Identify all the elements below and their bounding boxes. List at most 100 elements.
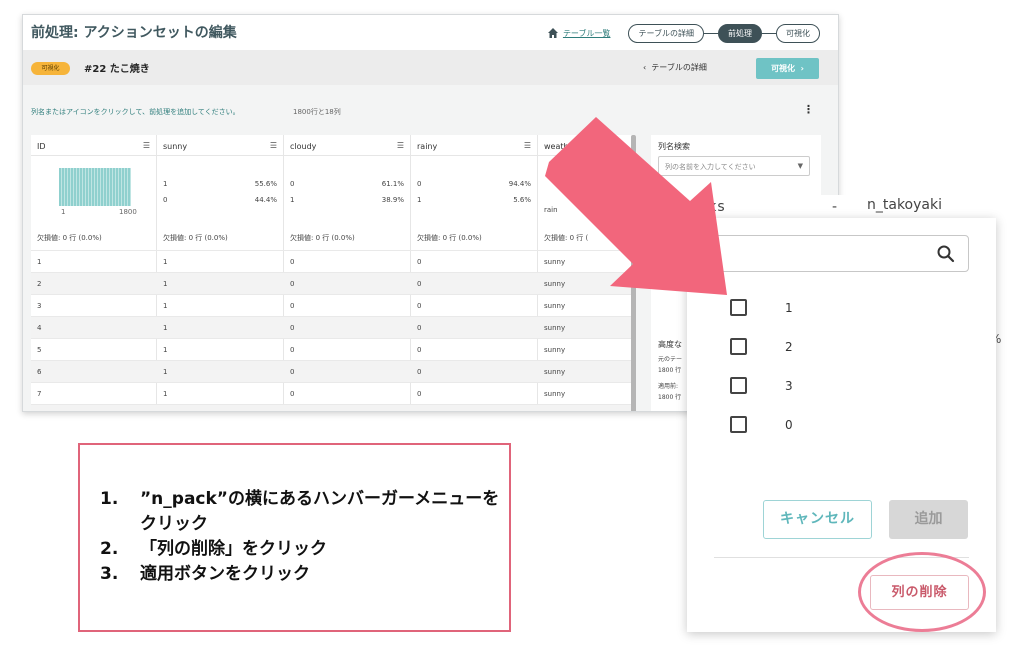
option-label: 1: [785, 301, 793, 315]
table-cell: 3: [37, 302, 42, 310]
column-dash: -: [832, 199, 838, 215]
option-item[interactable]: 0: [730, 416, 930, 436]
missing-values: 欠損値: 0 行 (0.0%): [417, 234, 482, 242]
table-cell: 0: [417, 324, 422, 332]
side-info-line: 1800 行: [658, 367, 682, 374]
table-scrollbar[interactable]: [631, 135, 636, 411]
histogram: [59, 168, 131, 206]
option-checkbox[interactable]: [730, 299, 747, 316]
more-options-icon[interactable]: ⋮: [803, 103, 814, 116]
add-button[interactable]: 追加: [889, 500, 968, 539]
advanced-label: 高度な: [658, 340, 682, 349]
table-cell: 0: [290, 302, 295, 310]
cancel-button[interactable]: キャンセル: [763, 500, 872, 539]
stat-value: 1: [417, 196, 422, 204]
column-header[interactable]: ID: [37, 142, 46, 151]
column-header[interactable]: weather: [544, 142, 577, 151]
instruction-text: ”n_pack”の横にあるハンバーガーメニューをクリック: [140, 489, 500, 534]
search-icon[interactable]: [936, 244, 956, 264]
back-to-table-detail-link[interactable]: ‹ テーブルの詳細: [643, 62, 707, 73]
option-label: 3: [785, 379, 793, 393]
table-cell: sunny: [544, 346, 566, 354]
table-cell: 0: [417, 346, 422, 354]
divider: [157, 155, 283, 156]
table-row: 7 1 0 0 sunny: [31, 382, 636, 404]
histogram-min: 1: [61, 208, 66, 216]
option-item[interactable]: 2: [730, 338, 930, 358]
column-header[interactable]: sunny: [163, 142, 187, 151]
select-placeholder: 列の名前を入力してください: [665, 163, 756, 171]
instruction-item: 2. 「列の削除」をクリック: [100, 537, 500, 562]
sort-icon[interactable]: ☰: [397, 141, 404, 150]
stat-percent: 94.4%: [508, 180, 531, 188]
divider: [538, 155, 636, 156]
visualize-button[interactable]: 可視化 ›: [756, 58, 819, 79]
missing-values: 欠損値: 0 行 (0.0%): [163, 234, 228, 242]
table-cell: 1: [163, 302, 168, 310]
popup-search-input[interactable]: [714, 235, 969, 272]
option-checkbox[interactable]: [730, 416, 747, 433]
stat-percent: 61.1%: [381, 180, 404, 188]
stat-percent: 38.9%: [381, 196, 404, 204]
option-label: 2: [785, 340, 793, 354]
popup-background-header: acks - n_takoyaki: [687, 195, 996, 219]
table-cell: 0: [417, 368, 422, 376]
step-table-detail[interactable]: テーブルの詳細: [628, 23, 704, 43]
table-cell: sunny: [544, 280, 566, 288]
row-count: 1800行と18列: [293, 108, 341, 116]
sort-icon[interactable]: ☰: [524, 141, 531, 150]
table-cell: sunny: [544, 302, 566, 310]
stat-value: 1: [290, 196, 295, 204]
table-cell: sunny: [544, 258, 566, 266]
table-row: 5 1 0 0 sunny: [31, 338, 636, 360]
table-row: 2 1 0 0 sunny: [31, 272, 636, 294]
stat-percent: 5.6%: [513, 196, 531, 204]
step-nav: テーブル一覧 テーブルの詳細 前処理 可視化: [547, 23, 820, 43]
table-cell: 0: [417, 280, 422, 288]
instruction-hint: 列名またはアイコンをクリックして、前処理を追加してください。: [31, 108, 240, 116]
caret-down-icon: ▼: [797, 162, 803, 170]
stat-value: 0: [417, 180, 422, 188]
step-visualize[interactable]: 可視化: [776, 23, 820, 43]
stat-value: rain: [544, 206, 558, 214]
table-cell: 2: [37, 280, 42, 288]
sort-icon[interactable]: ☰: [270, 141, 277, 150]
table-cell: 1: [163, 390, 168, 398]
table-cell: 0: [290, 258, 295, 266]
option-checkbox[interactable]: [730, 338, 747, 355]
missing-values: 欠損値: 0 行 (0.0%): [37, 234, 102, 242]
column-search-select[interactable]: 列の名前を入力してください ▼: [658, 156, 810, 176]
option-label: 0: [785, 418, 793, 432]
table-title: #22 たこ焼き: [84, 64, 150, 75]
table-cell: 0: [290, 346, 295, 354]
table-row: 3 1 0 0 sunny: [31, 294, 636, 316]
table-cell: 1: [163, 368, 168, 376]
step-preprocess[interactable]: 前処理: [718, 23, 762, 43]
column-header[interactable]: rainy: [417, 142, 437, 151]
back-link-label: テーブルの詳細: [651, 63, 707, 72]
instruction-text: 適用ボタンをクリック: [140, 564, 310, 584]
highlight-circle: [858, 552, 986, 632]
option-checkbox[interactable]: [730, 377, 747, 394]
table-cell: 6: [37, 368, 42, 376]
step-connector: [704, 32, 718, 34]
table-row: 8100sunny: [31, 404, 636, 411]
histogram-max: 1800: [119, 208, 137, 216]
table-cell: sunny: [544, 390, 566, 398]
table-cell: 4: [37, 324, 42, 332]
instructions-list: 1. ”n_pack”の横にあるハンバーガーメニューをクリック 2. 「列の削除…: [100, 487, 500, 587]
column-header[interactable]: cloudy: [290, 142, 316, 151]
column-name-fragment: n_takoyaki: [867, 197, 942, 213]
divider: [411, 155, 537, 156]
side-info-line: 1800 行: [658, 394, 682, 401]
stat-value: 0: [163, 196, 168, 204]
instruction-text: 「列の削除」をクリック: [140, 539, 327, 559]
table-list-link[interactable]: テーブル一覧: [563, 28, 611, 39]
option-item[interactable]: 1: [730, 299, 930, 319]
option-item[interactable]: 3: [730, 377, 930, 397]
table-cell: 7: [37, 390, 42, 398]
table-cell: 0: [290, 368, 295, 376]
sort-icon[interactable]: ☰: [143, 141, 150, 150]
top-bar: 前処理: アクションセットの編集 テーブル一覧 テーブルの詳細 前処理 可視化: [23, 15, 838, 50]
table-cell: 0: [290, 324, 295, 332]
